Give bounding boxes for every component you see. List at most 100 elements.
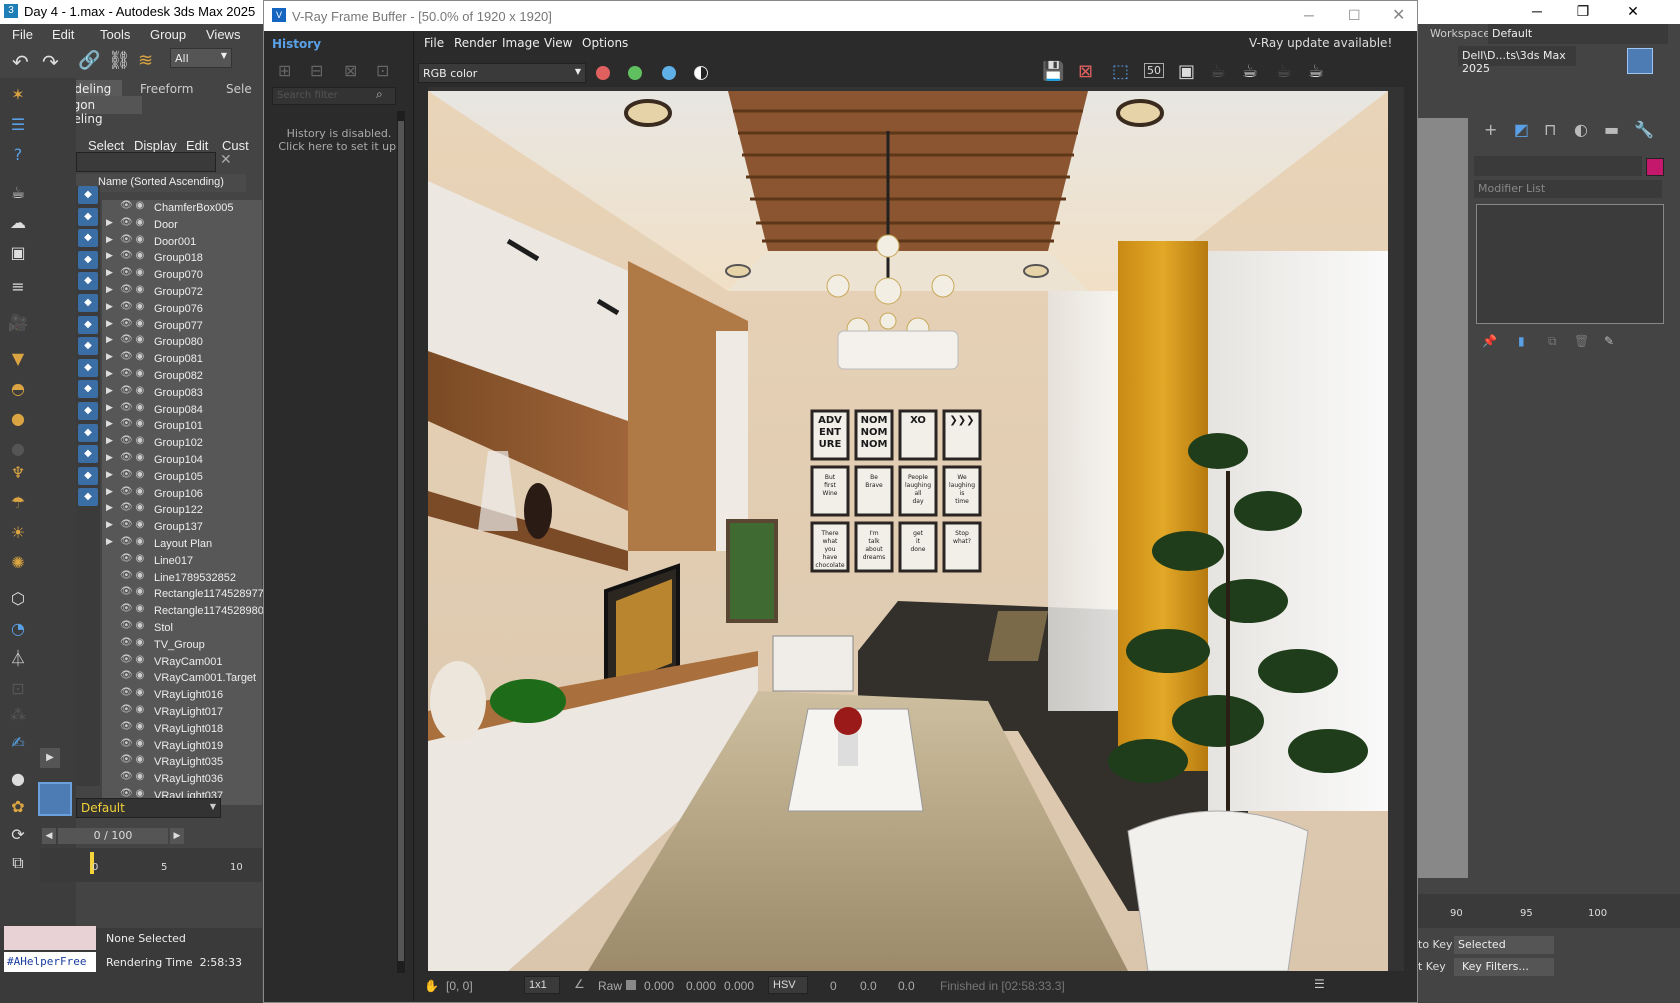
scene-filter-icon[interactable]: ◆ [78, 402, 98, 420]
visibility-icon[interactable]: 👁 ◉ [120, 351, 144, 362]
frame-icon[interactable]: ▣ [1178, 61, 1195, 82]
channel-dropdown[interactable]: RGB color ▼ [418, 63, 586, 83]
dome-light-icon[interactable]: ◓ [6, 378, 30, 400]
expand-arrow-icon[interactable]: ▶ [106, 418, 113, 429]
color-mode-dropdown[interactable]: HSV [768, 976, 808, 994]
scrollbar-thumb[interactable] [398, 121, 404, 961]
expand-arrow-icon[interactable]: ▶ [106, 435, 113, 446]
scene-filter-icon[interactable]: ◆ [78, 315, 98, 334]
menu-views[interactable]: Views [206, 27, 240, 42]
visibility-icon[interactable]: 👁 ◉ [120, 637, 144, 648]
proxy-icon[interactable]: ⬡ [6, 588, 30, 610]
show-end-result-icon[interactable]: ▮ [1518, 334, 1525, 348]
visibility-icon[interactable]: 👁 ◉ [120, 318, 144, 329]
load-history-icon[interactable]: ⊠ [344, 61, 357, 80]
selection-filter-dropdown[interactable]: All ▼ [170, 48, 232, 68]
expand-arrow-icon[interactable]: ▶ [106, 318, 113, 329]
menu-edit[interactable]: Edit [52, 27, 74, 42]
link-icon[interactable]: 🔗 [78, 50, 100, 71]
zoom-icon[interactable]: 50 [1144, 63, 1164, 78]
visibility-icon[interactable]: 👁 ◉ [120, 670, 144, 681]
visibility-icon[interactable]: 👁 ◉ [120, 536, 144, 547]
material-icon[interactable]: ● [6, 768, 30, 790]
blue-channel-icon[interactable] [662, 66, 676, 80]
visibility-icon[interactable]: 👁 ◉ [120, 234, 144, 245]
scene-list-item[interactable]: ▶ 👁 ◉ Group070 [102, 267, 262, 285]
remove-history-icon[interactable]: ⊡ [376, 61, 389, 80]
scene-explorer-icon[interactable]: ☰ [6, 114, 30, 136]
scene-list-item[interactable]: 👁 ◉ VRayLight019 [102, 737, 262, 755]
vfb-menu-file[interactable]: File [424, 36, 444, 50]
create-tab-icon[interactable]: + [1484, 120, 1497, 139]
list-icon[interactable]: ≡ [6, 276, 30, 298]
make-unique-icon[interactable]: ⧉ [1548, 334, 1557, 349]
scene-list-item[interactable]: ▶ 👁 ◉ Group102 [102, 435, 262, 453]
hierarchy-tab-icon[interactable]: ⊓ [1544, 120, 1556, 139]
visibility-icon[interactable]: 👁 ◉ [120, 368, 144, 379]
visibility-icon[interactable]: 👁 ◉ [120, 721, 144, 732]
search-icon[interactable]: ⌕ [376, 87, 383, 102]
visibility-icon[interactable]: 👁 ◉ [120, 385, 144, 396]
scene-list-item[interactable]: ▶ 👁 ◉ Door [102, 216, 262, 234]
maxscript-input[interactable]: #AHelperFree [4, 952, 96, 972]
alpha-channel-icon[interactable] [694, 66, 708, 80]
utilities-tab-icon[interactable]: 🔧 [1634, 120, 1654, 139]
expand-arrow-icon[interactable]: ▶ [106, 402, 113, 413]
scene-list-item[interactable]: 👁 ◉ VRayCam001.Target [102, 670, 262, 688]
key-selection-dropdown[interactable]: Selected [1454, 936, 1554, 954]
visibility-icon[interactable]: 👁 ◉ [120, 486, 144, 497]
scene-list-item[interactable]: 👁 ◉ Line017 [102, 552, 262, 570]
visibility-icon[interactable]: 👁 ◉ [120, 704, 144, 715]
scene-list-item[interactable]: 👁 ◉ ChamferBox005 [102, 200, 262, 217]
workspace-dropdown[interactable]: Default [1488, 24, 1668, 44]
expand-arrow-icon[interactable]: ▶ [106, 334, 113, 345]
motion-tab-icon[interactable]: ◐ [1574, 120, 1588, 139]
expand-arrow-icon[interactable]: ▶ [106, 385, 113, 396]
minimize-icon[interactable]: ─ [1514, 0, 1560, 24]
key-filters-button[interactable]: Key Filters... [1454, 958, 1554, 976]
scene-list-item[interactable]: 👁 ◉ VRayLight035 [102, 754, 262, 772]
menu-display[interactable]: Display [134, 138, 177, 153]
scene-list-item[interactable]: ▶ 👁 ◉ Door001 [102, 233, 262, 251]
expand-arrow-icon[interactable]: ▶ [106, 536, 113, 547]
object-color-swatch[interactable] [1646, 158, 1664, 176]
material-editor-icon[interactable]: ✿ [6, 796, 30, 818]
scene-filter-icon[interactable]: ◆ [78, 250, 98, 269]
toon-icon[interactable]: ✍ [6, 732, 30, 754]
visibility-icon[interactable]: 👁 ◉ [120, 250, 144, 261]
expand-arrow-icon[interactable]: ▶ [106, 469, 113, 480]
ab-compare-icon[interactable]: ⊟ [310, 61, 323, 80]
scene-list-item[interactable]: ▶ 👁 ◉ Layout Plan [102, 536, 262, 553]
visibility-icon[interactable]: 👁 ◉ [120, 217, 144, 228]
clear-search-icon[interactable]: ✕ [220, 152, 232, 168]
scene-list-item[interactable]: 👁 ◉ VRayCam001 [102, 653, 262, 671]
modifier-list-dropdown[interactable]: Modifier List [1474, 180, 1662, 198]
frame-counter[interactable]: 0 / 100 [58, 828, 168, 844]
expand-arrow-icon[interactable]: ▶ [106, 284, 113, 295]
visibility-icon[interactable]: 👁 ◉ [120, 553, 144, 564]
scene-list-item[interactable]: ▶ 👁 ◉ Group083 [102, 384, 262, 402]
vfb-close-icon[interactable]: ✕ [1392, 5, 1405, 25]
scene-list-item[interactable]: ▶ 👁 ◉ Group081 [102, 351, 262, 369]
vfb-maximize-icon[interactable]: ☐ [1348, 7, 1361, 24]
fur-icon[interactable]: ◔ [6, 618, 30, 640]
vfb-minimize-icon[interactable]: ─ [1304, 7, 1314, 23]
maximize-icon[interactable]: ❐ [1560, 0, 1606, 24]
region-render-icon[interactable]: ⬚ [1112, 61, 1129, 82]
render-icon[interactable]: ☕ [1242, 61, 1258, 82]
render-last-icon[interactable]: ☕ [1308, 61, 1324, 82]
expand-arrow-icon[interactable]: ▶ [106, 519, 113, 530]
visibility-icon[interactable]: 👁 ◉ [120, 687, 144, 698]
scene-list-item[interactable]: ▶ 👁 ◉ Group105 [102, 468, 262, 486]
visibility-icon[interactable]: 👁 ◉ [120, 771, 144, 782]
pin-stack-icon[interactable]: 📌 [1482, 334, 1497, 348]
timeline-left[interactable]: 0 5 10 [40, 848, 262, 882]
visibility-icon[interactable]: 👁 ◉ [120, 620, 144, 631]
vray-converter-icon[interactable]: ⟳ [6, 824, 30, 846]
save-to-history-icon[interactable]: ⊞ [278, 61, 291, 80]
visibility-icon[interactable]: 👁 ◉ [120, 301, 144, 312]
ambient-light-icon[interactable]: ✺ [6, 552, 30, 574]
scene-list-item[interactable]: ▶ 👁 ◉ Group122 [102, 502, 262, 520]
modifier-stack[interactable] [1476, 204, 1664, 324]
expand-right-icon[interactable]: ▶ [40, 748, 60, 768]
